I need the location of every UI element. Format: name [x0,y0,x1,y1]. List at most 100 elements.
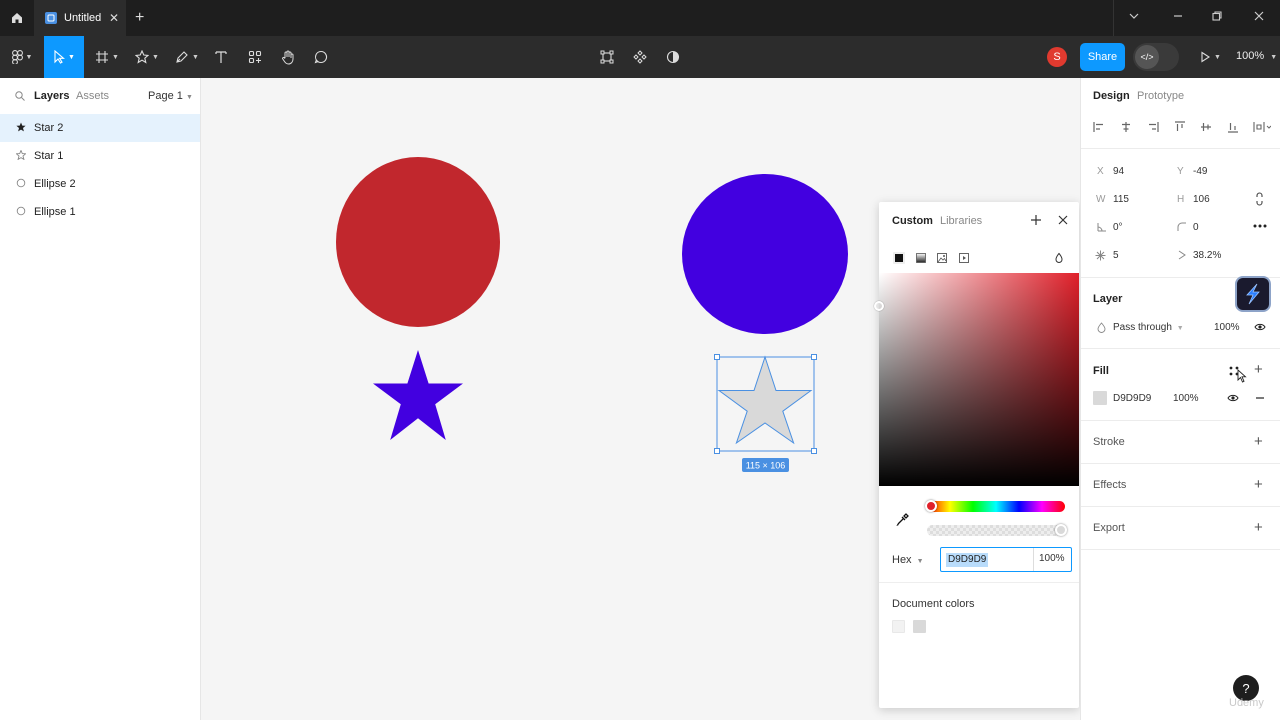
tab-assets[interactable]: Assets [76,90,109,102]
layer-row-ellipse-1[interactable]: Ellipse 1 [0,198,200,226]
align-right-icon[interactable] [1147,121,1159,133]
create-component-button[interactable] [627,36,653,78]
remove-fill-icon[interactable] [1254,393,1266,403]
page-selector[interactable]: Page 1 ▼ [148,90,193,102]
layer-opacity-input[interactable]: 100% [1214,322,1240,333]
x-input[interactable]: 94 [1113,166,1124,177]
eye-icon[interactable] [1254,322,1266,332]
color-area-handle[interactable] [874,301,884,311]
x-label: X [1097,166,1104,177]
user-avatar[interactable]: S [1047,47,1067,67]
eye-icon[interactable] [1227,393,1239,403]
add-style-icon[interactable] [1030,214,1042,226]
tab-layers[interactable]: Layers [34,90,69,102]
star-1-shape[interactable] [373,350,463,440]
align-left-icon[interactable] [1093,121,1105,133]
cursor-arrow-icon [54,50,66,64]
close-tab-icon[interactable]: ✕ [109,11,119,25]
fill-hex-input[interactable]: D9D9D9 [1113,393,1151,404]
saturation-brightness-area[interactable] [874,273,1079,486]
share-button[interactable]: Share [1080,43,1125,71]
gradient-fill-icon[interactable] [915,252,927,264]
image-fill-icon[interactable] [936,252,948,264]
layer-row-star-2[interactable]: Star 2 [0,114,200,142]
text-tool-button[interactable] [208,36,234,78]
panel-divider [1081,148,1280,149]
minimize-window-button[interactable] [1172,10,1184,26]
dev-mode-toggle[interactable]: </> [1133,43,1179,71]
star-ratio-input[interactable]: 38.2% [1193,250,1221,261]
close-window-button[interactable] [1253,10,1265,26]
constrain-proportions-icon[interactable] [1255,192,1264,206]
color-format-dropdown[interactable]: Hex ▼ [892,554,924,566]
new-tab-button[interactable]: + [135,9,144,27]
opacity-slider-knob[interactable] [1055,524,1067,536]
add-export-button[interactable]: + [1254,520,1263,535]
present-button[interactable]: ▼ [1194,36,1226,78]
tab-prototype[interactable]: Prototype [1137,90,1184,102]
layer-row-star-1[interactable]: Star 1 [0,142,200,170]
mask-button[interactable] [660,36,686,78]
restore-icon [1212,11,1222,21]
blend-drop-icon[interactable] [1053,252,1065,264]
more-options-icon[interactable] [1253,224,1267,228]
star-count-input[interactable]: 5 [1113,250,1119,261]
comment-tool-button[interactable] [308,36,334,78]
hand-tool-button[interactable] [275,36,301,78]
pen-tool-button[interactable]: ▼ [170,36,204,78]
fill-color-swatch[interactable] [1093,391,1107,405]
maximize-window-button[interactable] [1211,10,1223,26]
document-color-swatch[interactable] [913,620,926,633]
file-tab[interactable]: Untitled ✕ [34,0,126,36]
fill-opacity-input[interactable]: 100% [1173,393,1199,404]
zoom-level-dropdown[interactable]: 100% ▼ [1236,50,1277,62]
component-icon [633,50,647,64]
opacity-input[interactable]: 100% [1039,553,1065,564]
left-panel-tabs: Layers Assets Page 1 ▼ [0,78,201,114]
home-button[interactable] [0,0,34,36]
hex-value-input[interactable]: D9D9D9 [946,553,989,567]
solid-fill-icon[interactable] [893,252,905,264]
resize-handle-bottom-left[interactable] [714,448,720,454]
resize-handle-bottom-right[interactable] [811,448,817,454]
hue-slider[interactable] [925,500,1065,512]
blend-mode-dropdown[interactable]: Pass through ▼ [1113,322,1184,333]
add-stroke-button[interactable]: + [1254,434,1263,449]
star-2-shape[interactable] [717,355,813,445]
ellipse-1-shape[interactable] [336,157,500,327]
eyedropper-icon[interactable] [896,513,909,526]
tab-libraries[interactable]: Libraries [940,215,982,227]
resize-handle-top-left[interactable] [714,354,720,360]
width-input[interactable]: 115 [1113,194,1129,205]
resources-tool-button[interactable] [242,36,268,78]
hue-slider-knob[interactable] [925,500,937,512]
align-horizontal-center-icon[interactable] [1120,121,1132,133]
ellipse-2-shape[interactable] [682,174,848,334]
height-input[interactable]: 106 [1193,194,1210,205]
transform-button[interactable] [594,36,620,78]
search-icon[interactable] [15,91,25,101]
frame-tool-button[interactable]: ▼ [90,36,124,78]
tab-menu-chevron-icon[interactable] [1128,10,1140,26]
add-fill-button[interactable]: + [1254,362,1263,377]
distribute-icon[interactable] [1253,121,1271,133]
move-tool-button[interactable]: ▼ [44,36,84,78]
document-color-swatch[interactable] [892,620,905,633]
align-bottom-icon[interactable] [1227,121,1239,133]
tab-custom[interactable]: Custom [892,215,933,227]
video-fill-icon[interactable] [958,252,970,264]
layer-row-ellipse-2[interactable]: Ellipse 2 [0,170,200,198]
y-input[interactable]: -49 [1193,166,1207,177]
align-top-icon[interactable] [1174,121,1186,133]
main-menu-button[interactable]: ▼ [4,36,40,78]
rotation-input[interactable]: 0° [1113,222,1123,233]
opacity-slider[interactable] [927,524,1067,536]
close-icon[interactable] [1057,214,1069,226]
tab-design[interactable]: Design [1093,90,1130,102]
shape-tool-button[interactable]: ▼ [130,36,164,78]
corner-radius-input[interactable]: 0 [1193,222,1199,233]
add-effect-button[interactable]: + [1254,477,1263,492]
align-vertical-center-icon[interactable] [1200,121,1212,133]
plugin-launcher-button[interactable] [1235,276,1271,312]
resize-handle-top-right[interactable] [811,354,817,360]
